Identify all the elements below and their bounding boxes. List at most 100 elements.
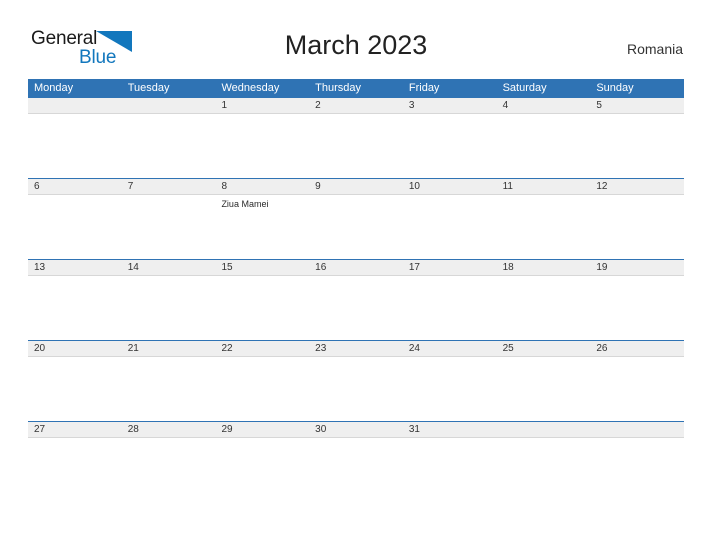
- day-number[interactable]: 16: [309, 260, 403, 275]
- week-date-band: 6 7 8 9 10 11 12: [28, 178, 684, 195]
- holiday-label: Ziua Mamei: [221, 199, 269, 209]
- page-header: General Blue March 2023 Romania: [0, 0, 712, 79]
- day-cell[interactable]: [28, 357, 122, 420]
- day-number[interactable]: 12: [590, 179, 684, 194]
- day-cell: [590, 438, 684, 501]
- day-cell[interactable]: [590, 195, 684, 258]
- week-event-body: [28, 114, 684, 177]
- day-cell[interactable]: [215, 438, 309, 501]
- calendar-week-row: 27 28 29 30 31: [28, 421, 684, 502]
- day-number-empty: [28, 98, 122, 113]
- calendar-week-row: 13 14 15 16 17 18 19: [28, 259, 684, 340]
- weekday-header-sunday: Sunday: [596, 82, 634, 94]
- day-cell[interactable]: [403, 114, 497, 177]
- day-number[interactable]: 24: [403, 341, 497, 356]
- weekday-header-tuesday: Tuesday: [127, 82, 170, 94]
- day-cell[interactable]: [215, 357, 309, 420]
- day-number[interactable]: 9: [309, 179, 403, 194]
- weekday-header-friday: Friday: [408, 82, 440, 94]
- weekday-header-row: Monday Tuesday Wednesday Thursday Friday Satu…: [28, 79, 684, 97]
- day-cell: [28, 114, 122, 177]
- day-number[interactable]: 5: [590, 98, 684, 113]
- calendar-week-row: 12345: [28, 97, 684, 178]
- day-cell[interactable]: [28, 438, 122, 501]
- week-date-band: 20 21 22 23 24 25 26: [28, 340, 684, 357]
- week-date-band: 27 28 29 30 31: [28, 421, 684, 438]
- day-cell[interactable]: [309, 276, 403, 339]
- day-cell[interactable]: [309, 195, 403, 258]
- day-number[interactable]: 29: [215, 422, 309, 437]
- day-number[interactable]: 30: [309, 422, 403, 437]
- calendar-week-row: 6 7 8 9 10 11 12 Ziua Mamei: [28, 178, 684, 259]
- day-cell[interactable]: [309, 114, 403, 177]
- day-cell[interactable]: [122, 357, 216, 420]
- day-cell[interactable]: [403, 195, 497, 258]
- day-number[interactable]: 2: [309, 98, 403, 113]
- day-number[interactable]: 26: [590, 341, 684, 356]
- day-cell[interactable]: [28, 195, 122, 258]
- day-cell[interactable]: [497, 276, 591, 339]
- day-cell: [497, 438, 591, 501]
- day-cell[interactable]: [403, 357, 497, 420]
- day-number[interactable]: 18: [497, 260, 591, 275]
- week-date-band: 13 14 15 16 17 18 19: [28, 259, 684, 276]
- day-number[interactable]: 14: [122, 260, 216, 275]
- day-cell[interactable]: [590, 276, 684, 339]
- day-cell[interactable]: [497, 357, 591, 420]
- day-number[interactable]: 3: [403, 98, 497, 113]
- day-cell[interactable]: [122, 276, 216, 339]
- page-title: March 2023: [284, 30, 428, 60]
- day-number-empty: [122, 98, 216, 113]
- day-cell[interactable]: [497, 114, 591, 177]
- week-event-body: [28, 276, 684, 339]
- day-number[interactable]: 11: [497, 179, 591, 194]
- day-number[interactable]: 15: [215, 260, 309, 275]
- weekday-header-saturday: Saturday: [502, 82, 547, 94]
- day-cell[interactable]: [590, 357, 684, 420]
- week-date-band: 12345: [28, 97, 684, 114]
- day-number[interactable]: 27: [28, 422, 122, 437]
- day-cell[interactable]: [215, 276, 309, 339]
- day-cell[interactable]: [122, 438, 216, 501]
- calendar-page: General Blue March 2023 Romania Monday Tu…: [0, 0, 712, 550]
- day-cell[interactable]: [122, 195, 216, 258]
- day-number[interactable]: 7: [122, 179, 216, 194]
- calendar-week-row: 20 21 22 23 24 25 26: [28, 340, 684, 421]
- day-cell[interactable]: [309, 438, 403, 501]
- week-event-body: [28, 357, 684, 420]
- day-number[interactable]: 31: [403, 422, 497, 437]
- day-number[interactable]: 17: [403, 260, 497, 275]
- day-cell[interactable]: [215, 114, 309, 177]
- day-cell[interactable]: [403, 276, 497, 339]
- day-number[interactable]: 6: [28, 179, 122, 194]
- day-cell[interactable]: Ziua Mamei: [215, 195, 309, 258]
- day-number[interactable]: 13: [28, 260, 122, 275]
- day-cell[interactable]: [497, 195, 591, 258]
- day-number-empty: [590, 422, 684, 437]
- day-number[interactable]: 1: [215, 98, 309, 113]
- day-number[interactable]: 23: [309, 341, 403, 356]
- day-number[interactable]: 20: [28, 341, 122, 356]
- week-event-body: [28, 438, 684, 501]
- weekday-header-monday: Monday: [34, 82, 74, 94]
- day-number-empty: [497, 422, 591, 437]
- day-number[interactable]: 25: [497, 341, 591, 356]
- day-number[interactable]: 28: [122, 422, 216, 437]
- calendar-weeks: 1 2 3 4 5 6 7 8 9 10 11 12 Ziua Mamei 13 14 15 16 17 18 19 2…: [28, 97, 684, 502]
- day-number[interactable]: 21: [122, 341, 216, 356]
- weekday-header-wednesday: Wednesday: [221, 82, 280, 94]
- calendar-grid: Monday Tuesday Wednesday Thursday Friday Satu…: [28, 79, 684, 502]
- day-cell[interactable]: [590, 114, 684, 177]
- week-event-body: Ziua Mamei: [28, 195, 684, 258]
- day-cell[interactable]: [309, 357, 403, 420]
- day-number[interactable]: 8: [215, 179, 309, 194]
- day-number[interactable]: 22: [215, 341, 309, 356]
- day-cell[interactable]: [28, 276, 122, 339]
- weekday-header-thursday: Thursday: [315, 82, 362, 94]
- country-label: Romania: [626, 41, 683, 57]
- day-cell[interactable]: [403, 438, 497, 501]
- day-number[interactable]: 10: [403, 179, 497, 194]
- day-number[interactable]: 4: [497, 98, 591, 113]
- day-cell: [122, 114, 216, 177]
- day-number[interactable]: 19: [590, 260, 684, 275]
